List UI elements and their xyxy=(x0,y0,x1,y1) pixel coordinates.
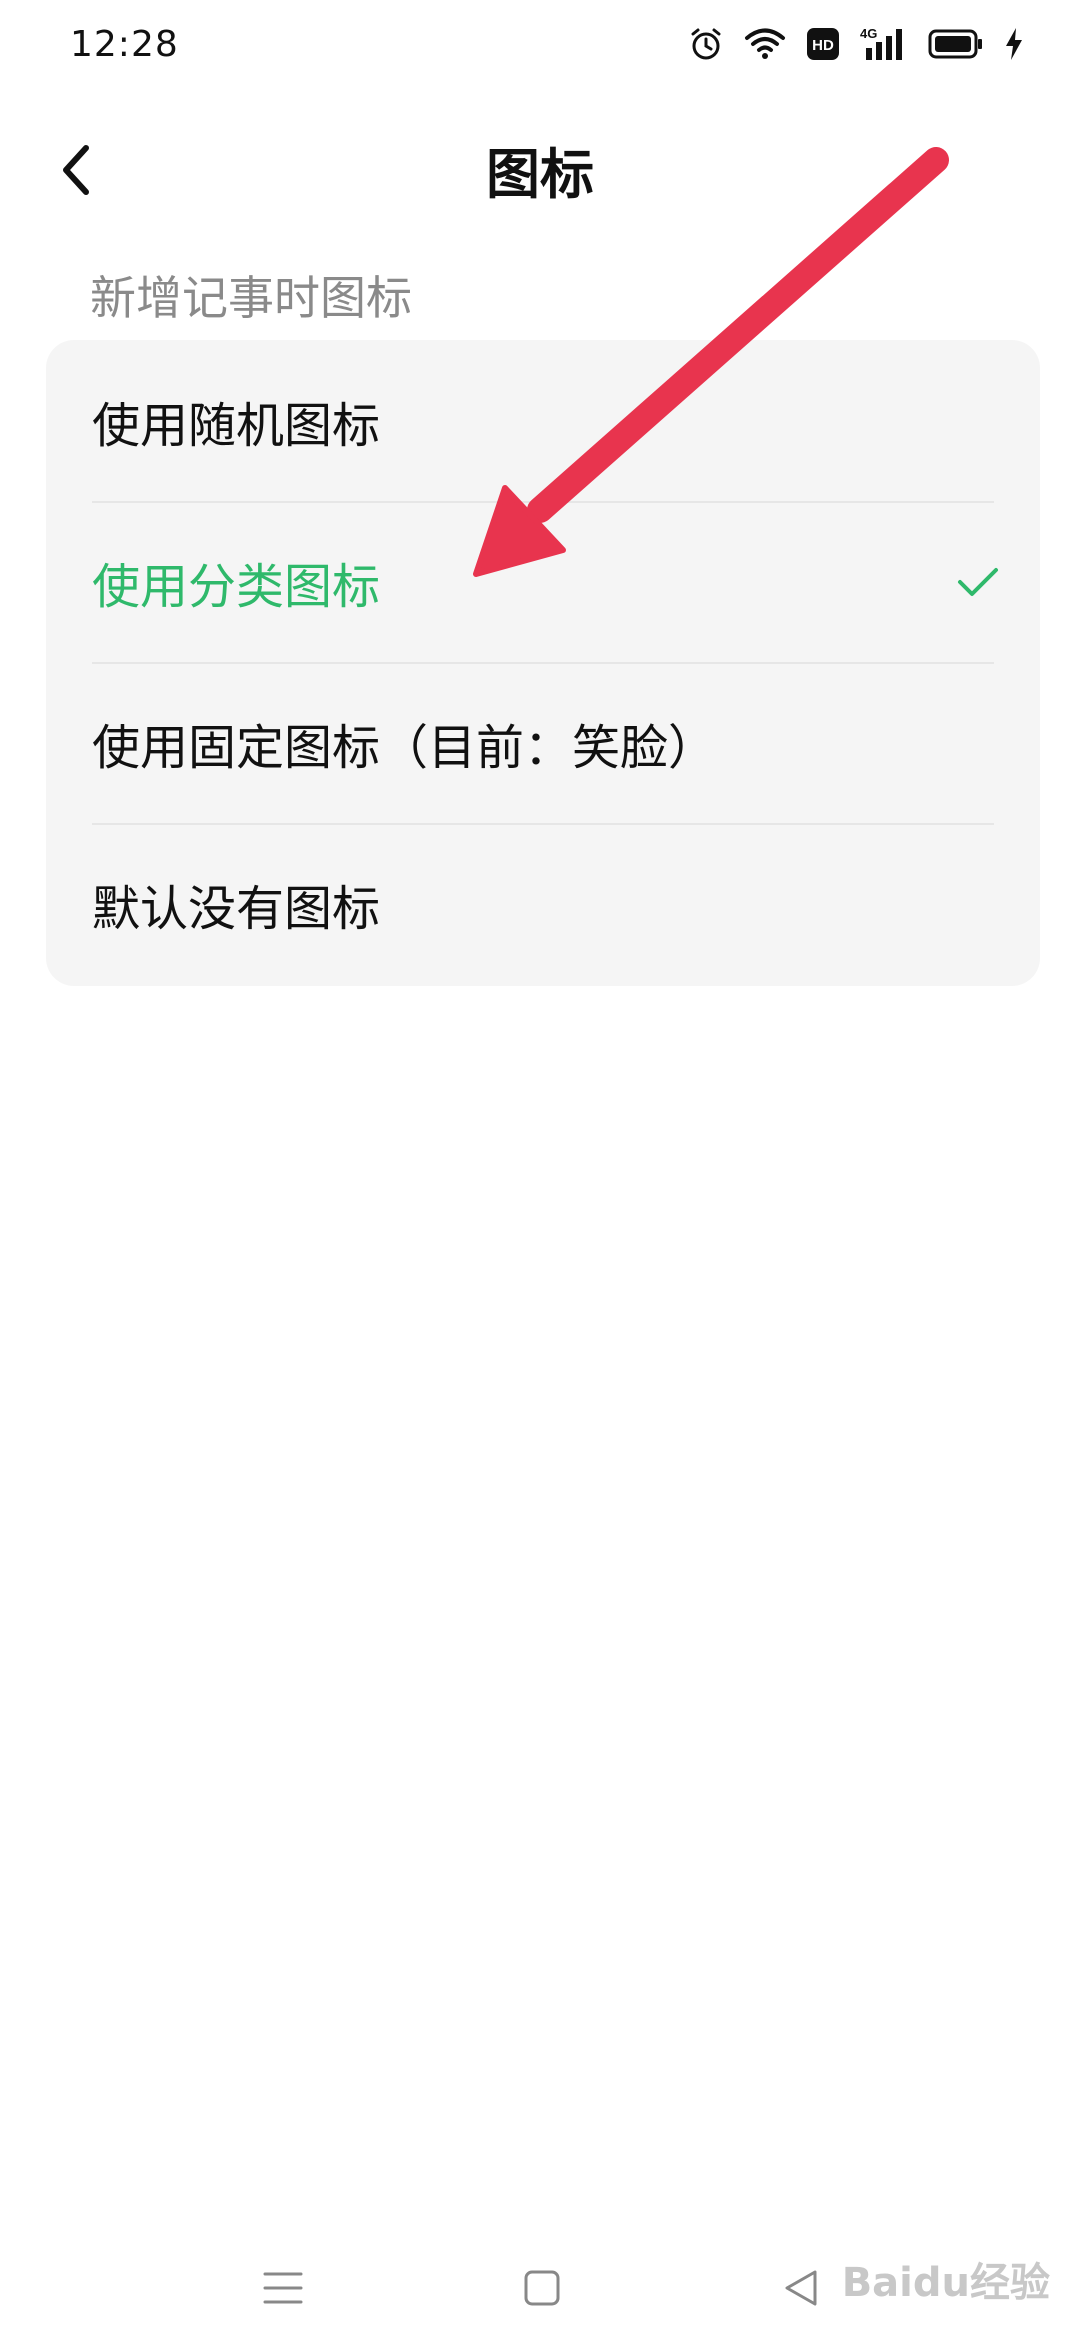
nav-menu-button[interactable] xyxy=(238,2248,328,2328)
watermark: Baidu经验 xyxy=(841,2260,1050,2306)
4g-signal-icon: 4G xyxy=(860,26,902,60)
option-label: 使用随机图标 xyxy=(92,397,381,454)
status-icons: HD 4G xyxy=(688,26,1024,62)
header: 图标 xyxy=(0,110,1080,220)
hd-icon: HD xyxy=(807,28,839,60)
check-icon xyxy=(958,567,998,596)
nav-home-button[interactable] xyxy=(497,2248,587,2328)
nav-back-button[interactable] xyxy=(756,2248,846,2328)
battery-icon xyxy=(928,29,982,59)
hd-label: HD xyxy=(812,37,834,54)
options-card: 使用随机图标 使用分类图标 使用固定图标（目前：笑脸） 默认没有图标 xyxy=(46,340,1040,986)
screen: 12:28 HD 4G 图标 新增记事时图标 使用随机图标 使用分类图标 使用固… xyxy=(0,0,1080,2340)
charging-icon xyxy=(1006,28,1022,60)
option-label: 默认没有图标 xyxy=(92,880,381,937)
back-triangle-icon xyxy=(785,2270,817,2306)
option-label: 使用固定图标（目前：笑脸） xyxy=(92,719,717,776)
network-label: 4G xyxy=(860,26,877,41)
status-bar: 12:28 HD 4G xyxy=(0,0,1080,96)
page-title: 图标 xyxy=(486,143,594,206)
option-no-icon[interactable]: 默认没有图标 xyxy=(46,823,1040,984)
home-square-icon xyxy=(524,2270,560,2306)
wifi-icon xyxy=(745,28,785,59)
section-label: 新增记事时图标 xyxy=(90,271,412,325)
alarm-icon xyxy=(691,28,721,60)
status-time: 12:28 xyxy=(70,24,179,65)
option-fixed-icon[interactable]: 使用固定图标（目前：笑脸） xyxy=(46,662,1040,823)
menu-icon xyxy=(263,2272,303,2304)
option-random-icon[interactable]: 使用随机图标 xyxy=(46,340,1040,501)
option-label: 使用分类图标 xyxy=(92,558,381,615)
option-category-icon[interactable]: 使用分类图标 xyxy=(46,501,1040,662)
